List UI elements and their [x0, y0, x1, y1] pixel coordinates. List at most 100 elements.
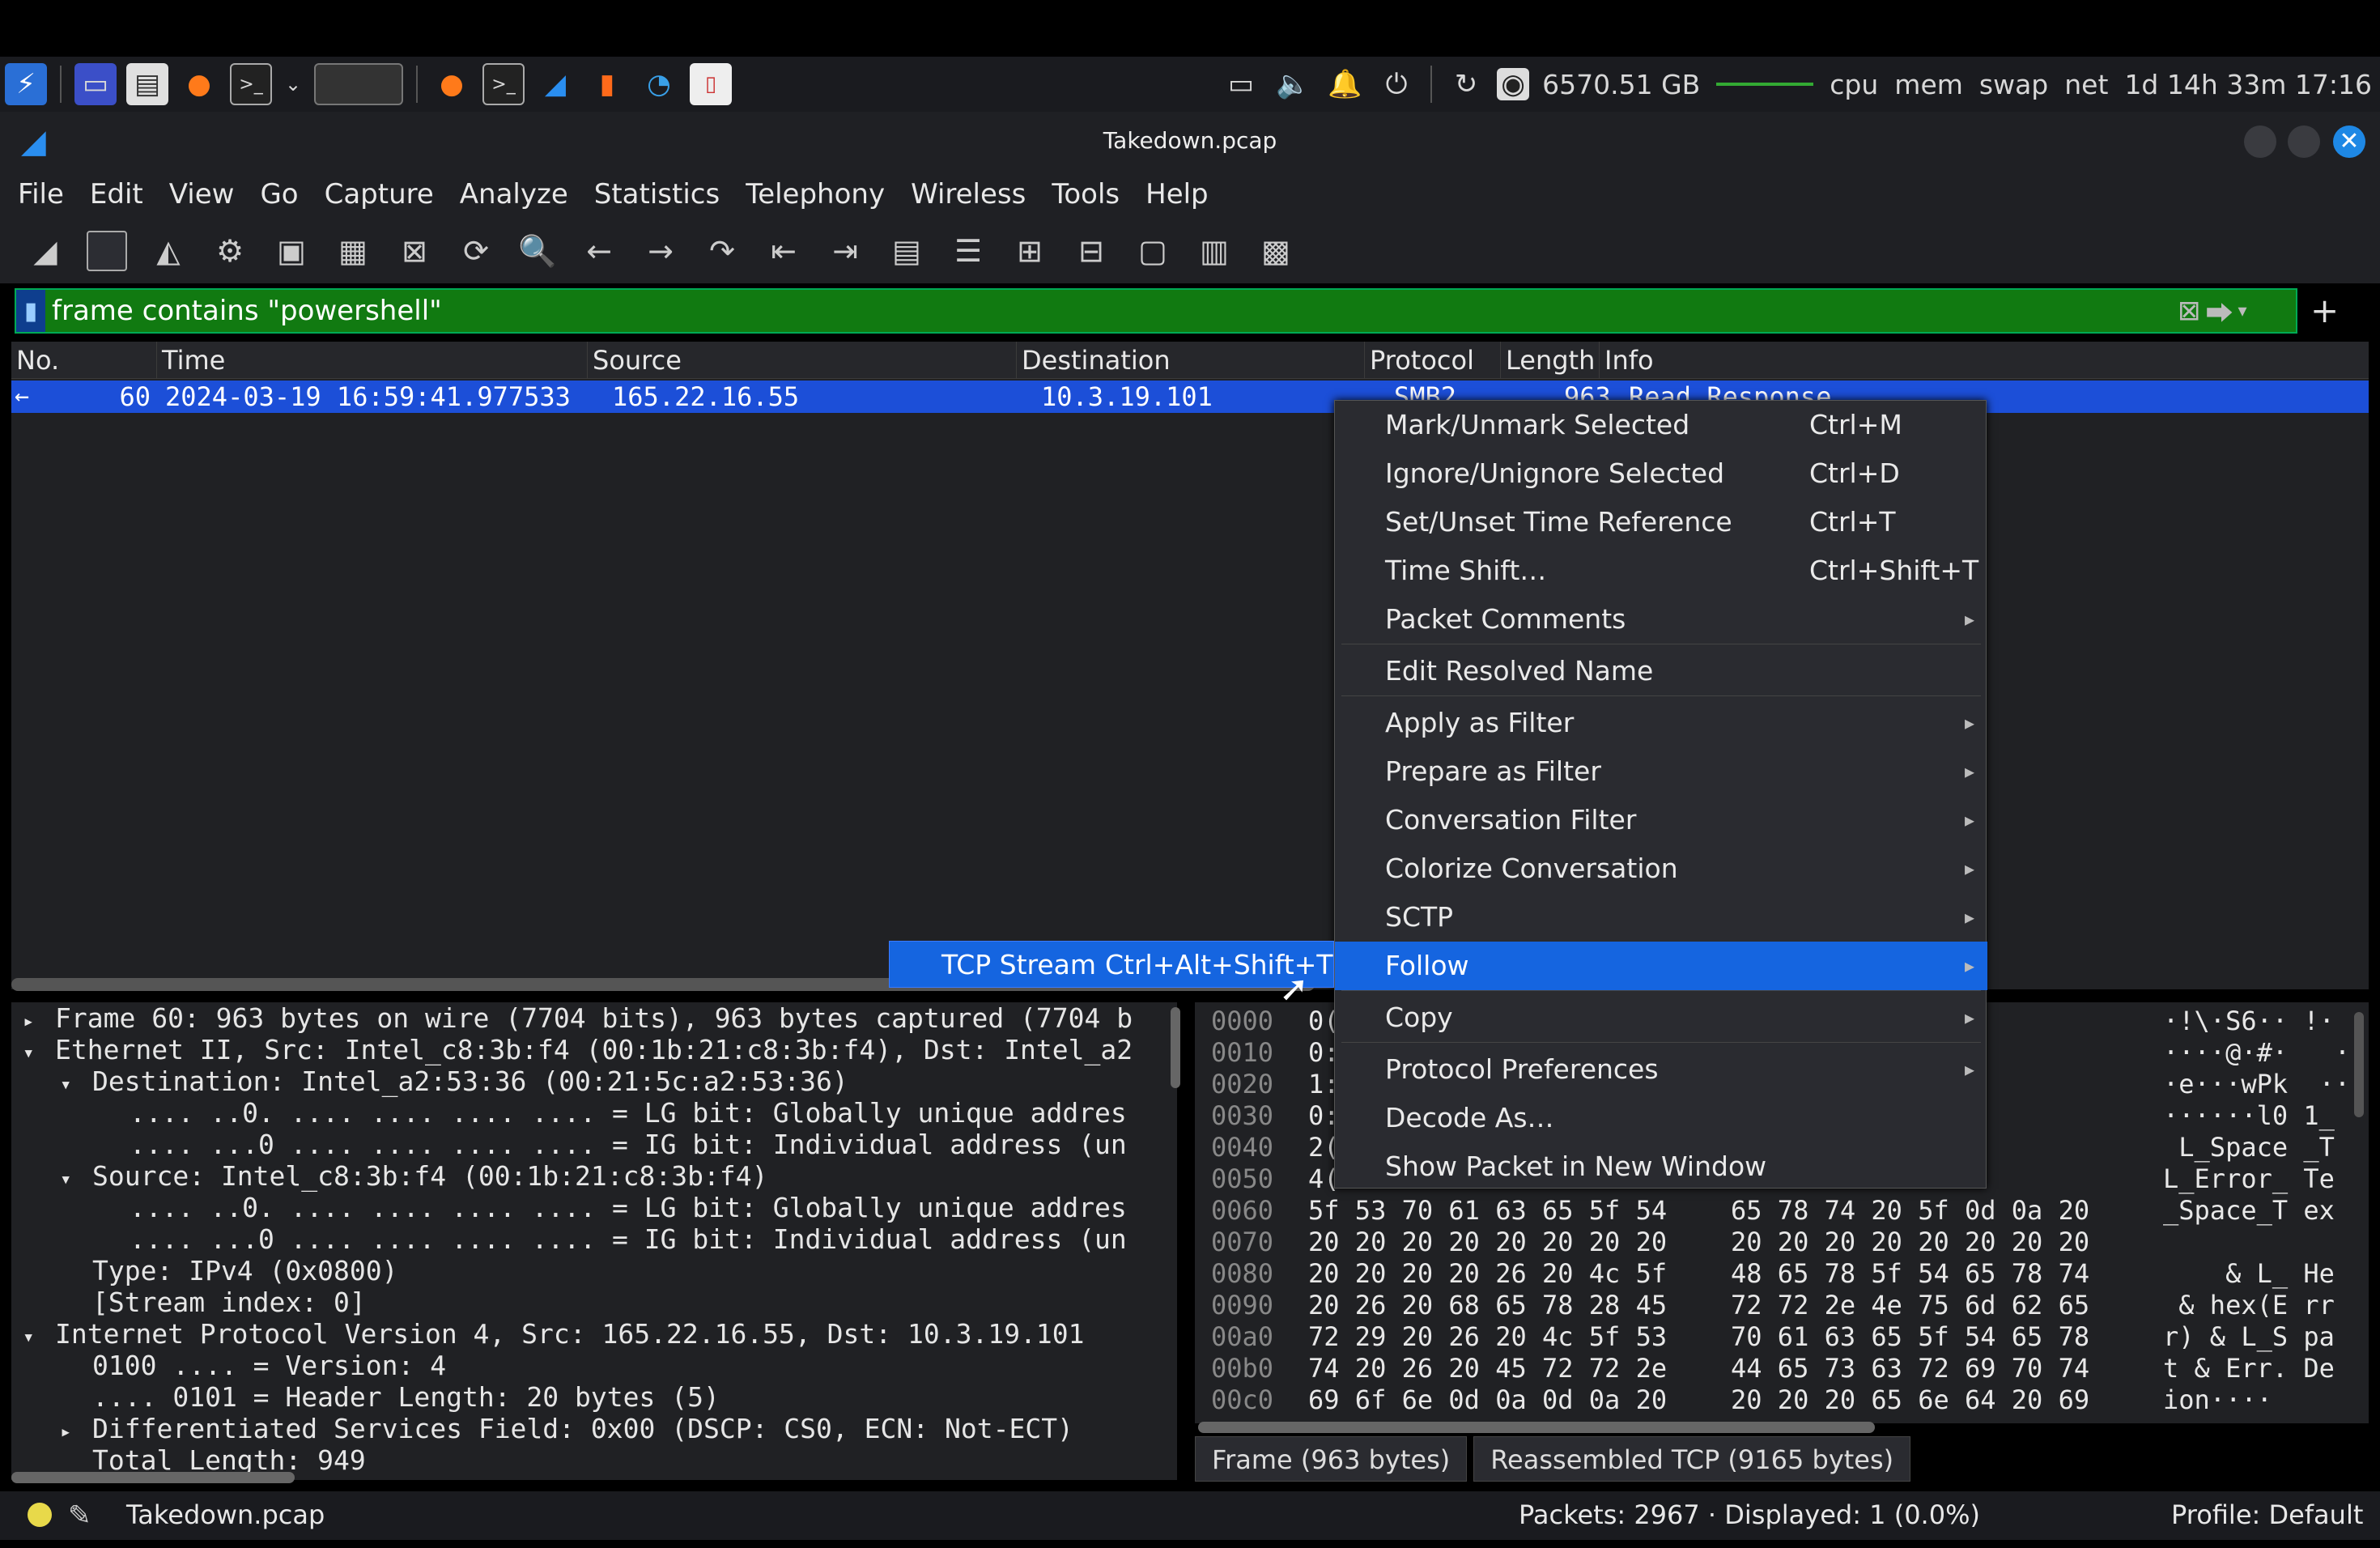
- bytes-horizontal-scrollbar[interactable]: [1198, 1422, 1875, 1433]
- menu-statistics[interactable]: Statistics: [594, 178, 720, 211]
- hex-bytes-left[interactable]: 69 6f 6e 0d 0a 0d 0a 20: [1308, 1384, 1667, 1416]
- ascii-bytes[interactable]: ion····: [2163, 1384, 2272, 1416]
- tab-reassembled-tcp[interactable]: Reassembled TCP (9165 bytes): [1473, 1436, 1911, 1482]
- zoom-in-icon[interactable]: ⊞: [1007, 228, 1052, 274]
- terminal-window-icon[interactable]: >_: [482, 63, 525, 105]
- volume-icon[interactable]: 🔈: [1272, 63, 1314, 105]
- capture-options-icon[interactable]: ⚙: [207, 228, 253, 274]
- column-source[interactable]: Source: [588, 342, 1017, 379]
- hex-bytes-left[interactable]: 20 20 20 20 26 20 4c 5f: [1308, 1258, 1667, 1290]
- column-destination[interactable]: Destination: [1017, 342, 1365, 379]
- menu-go[interactable]: Go: [260, 178, 298, 211]
- ascii-bytes[interactable]: & L_ He: [2163, 1258, 2335, 1290]
- bookmark-icon[interactable]: ▮: [16, 290, 45, 332]
- bytes-vertical-scrollbar[interactable]: [2354, 1012, 2364, 1117]
- tab-frame-bytes[interactable]: Frame (963 bytes): [1195, 1436, 1468, 1482]
- ascii-bytes[interactable]: _Space_T ex: [2163, 1195, 2335, 1227]
- go-to-packet-icon[interactable]: ↷: [699, 228, 745, 274]
- byte-offset[interactable]: 0060: [1211, 1195, 1273, 1227]
- tree-item[interactable]: ▾ Destination: Intel_a2:53:36 (00:21:5c:a…: [60, 1065, 848, 1097]
- ascii-bytes[interactable]: t & Err. De: [2163, 1353, 2335, 1384]
- burp-window-icon[interactable]: ▮: [586, 63, 628, 105]
- autoscroll-icon[interactable]: ▤: [884, 228, 929, 274]
- submenu-item-tcp-stream[interactable]: TCP Stream: [941, 942, 1096, 989]
- save-file-icon[interactable]: ▦: [330, 228, 376, 274]
- hex-bytes-right[interactable]: 72 72 2e 4e 75 6d 62 65: [1731, 1290, 2089, 1321]
- menu-edit[interactable]: Edit: [90, 178, 143, 211]
- tree-item[interactable]: .... 0101 = Header Length: 20 bytes (5): [60, 1381, 720, 1413]
- column-info[interactable]: Info: [1600, 342, 2361, 379]
- menu-item-prepare-as-filter[interactable]: Prepare as Filter ▸: [1335, 747, 1987, 796]
- menu-item-follow[interactable]: Follow ▸: [1335, 942, 1987, 990]
- menu-item-set-unset-time-reference[interactable]: Set/Unset Time Reference Ctrl+T: [1335, 498, 1987, 546]
- file-manager-icon[interactable]: ▤: [126, 63, 168, 105]
- menu-telephony[interactable]: Telephony: [746, 178, 885, 211]
- wireshark-window-icon[interactable]: ◢: [534, 63, 576, 105]
- menu-help[interactable]: Help: [1145, 178, 1209, 211]
- ascii-bytes[interactable]: ·e···wPk ··: [2163, 1069, 2350, 1100]
- go-back-icon[interactable]: ←: [576, 228, 622, 274]
- menu-item-sctp[interactable]: SCTP ▸: [1335, 893, 1987, 942]
- byte-offset[interactable]: 0040: [1211, 1132, 1273, 1163]
- close-file-icon[interactable]: ⊠: [392, 228, 437, 274]
- zoom-out-icon[interactable]: ⊟: [1069, 228, 1114, 274]
- normal-size-icon[interactable]: ▢: [1130, 228, 1175, 274]
- power-icon[interactable]: ⏻: [1375, 63, 1417, 105]
- byte-offset[interactable]: 0070: [1211, 1227, 1273, 1258]
- hex-bytes-left[interactable]: 72 29 20 26 20 4c 5f 53: [1308, 1321, 1667, 1353]
- go-first-icon[interactable]: ⇤: [761, 228, 806, 274]
- hex-bytes-left[interactable]: 20 26 20 68 65 78 28 45: [1308, 1290, 1667, 1321]
- expand-arrow-icon[interactable]: ▾: [60, 1069, 92, 1100]
- menu-wireless[interactable]: Wireless: [911, 178, 1026, 211]
- column-no[interactable]: No.: [11, 342, 157, 379]
- maximize-button[interactable]: [2288, 125, 2320, 158]
- go-forward-icon[interactable]: →: [638, 228, 683, 274]
- ascii-bytes[interactable]: r) & L_S pa: [2163, 1321, 2335, 1353]
- tree-item[interactable]: ▾ Internet Protocol Version 4, Src: 165.2…: [23, 1318, 1085, 1350]
- firefox-icon[interactable]: ●: [178, 63, 220, 105]
- refresh-icon[interactable]: ↻: [1445, 63, 1487, 105]
- expand-arrow-icon[interactable]: ▾: [23, 1321, 55, 1353]
- tree-item[interactable]: .... ..0. .... .... .... .... = LG bit: …: [97, 1097, 1127, 1129]
- column-protocol[interactable]: Protocol: [1365, 342, 1501, 379]
- menu-item-show-packet-in-new-window[interactable]: Show Packet in New Window: [1335, 1142, 1987, 1191]
- expert-info-icon[interactable]: [28, 1503, 52, 1527]
- add-filter-button-icon[interactable]: +: [2310, 288, 2339, 334]
- menu-tools[interactable]: Tools: [1052, 178, 1120, 211]
- reload-file-icon[interactable]: ⟳: [453, 228, 499, 274]
- tree-item[interactable]: .... ...0 .... .... .... .... = IG bit: …: [97, 1223, 1127, 1255]
- ascii-bytes[interactable]: ····@·#· ·: [2163, 1037, 2350, 1069]
- hex-bytes-left[interactable]: 74 20 26 20 45 72 72 2e: [1308, 1353, 1667, 1384]
- byte-offset[interactable]: 0090: [1211, 1290, 1273, 1321]
- apply-filter-icon[interactable]: ⮕: [2206, 291, 2233, 331]
- status-profile[interactable]: Profile: Default: [2171, 1499, 2363, 1530]
- byte-offset[interactable]: 0010: [1211, 1037, 1273, 1069]
- ascii-bytes[interactable]: ······l0 1_: [2163, 1100, 2335, 1132]
- tree-item[interactable]: ▸ Frame 60: 963 bytes on wire (7704 bits)…: [23, 1002, 1133, 1034]
- column-length[interactable]: Length: [1501, 342, 1600, 379]
- workspace-switcher-icon[interactable]: [314, 63, 403, 105]
- menu-item-conversation-filter[interactable]: Conversation Filter ▸: [1335, 796, 1987, 844]
- filter-history-icon[interactable]: ▾: [2238, 301, 2247, 321]
- display-filter-input[interactable]: [45, 295, 2296, 327]
- tree-item[interactable]: Type: IPv4 (0x0800): [60, 1255, 398, 1286]
- menu-item-colorize-conversation[interactable]: Colorize Conversation ▸: [1335, 844, 1987, 893]
- collapse-arrow-icon[interactable]: ▸: [23, 1006, 55, 1037]
- byte-offset[interactable]: 0050: [1211, 1163, 1273, 1195]
- collapse-arrow-icon[interactable]: ▸: [60, 1416, 92, 1448]
- terminal-icon[interactable]: >_: [230, 63, 272, 105]
- hex-bytes-right[interactable]: 48 65 78 5f 54 65 78 74: [1731, 1258, 2089, 1290]
- close-button[interactable]: ✕: [2333, 125, 2365, 158]
- ascii-bytes[interactable]: L_Space _T: [2163, 1132, 2335, 1163]
- notification-bell-icon[interactable]: 🔔: [1324, 63, 1366, 105]
- menu-item-mark-unmark-selected[interactable]: Mark/Unmark Selected Ctrl+M: [1335, 401, 1987, 449]
- hex-bytes-right[interactable]: 20 20 20 20 20 20 20 20: [1731, 1227, 2089, 1258]
- hex-bytes-right[interactable]: 65 78 74 20 5f 0d 0a 20: [1731, 1195, 2089, 1227]
- clear-filter-icon[interactable]: ⊠: [2178, 295, 2201, 327]
- hex-bytes-right[interactable]: 20 20 20 65 6e 64 20 69: [1731, 1384, 2089, 1416]
- tree-item[interactable]: .... ..0. .... .... .... .... = LG bit: …: [97, 1192, 1127, 1223]
- document-viewer-icon[interactable]: ▯: [690, 63, 732, 105]
- column-time[interactable]: Time: [157, 342, 588, 379]
- browser-window-icon[interactable]: ◔: [638, 63, 680, 105]
- go-last-icon[interactable]: ⇥: [822, 228, 868, 274]
